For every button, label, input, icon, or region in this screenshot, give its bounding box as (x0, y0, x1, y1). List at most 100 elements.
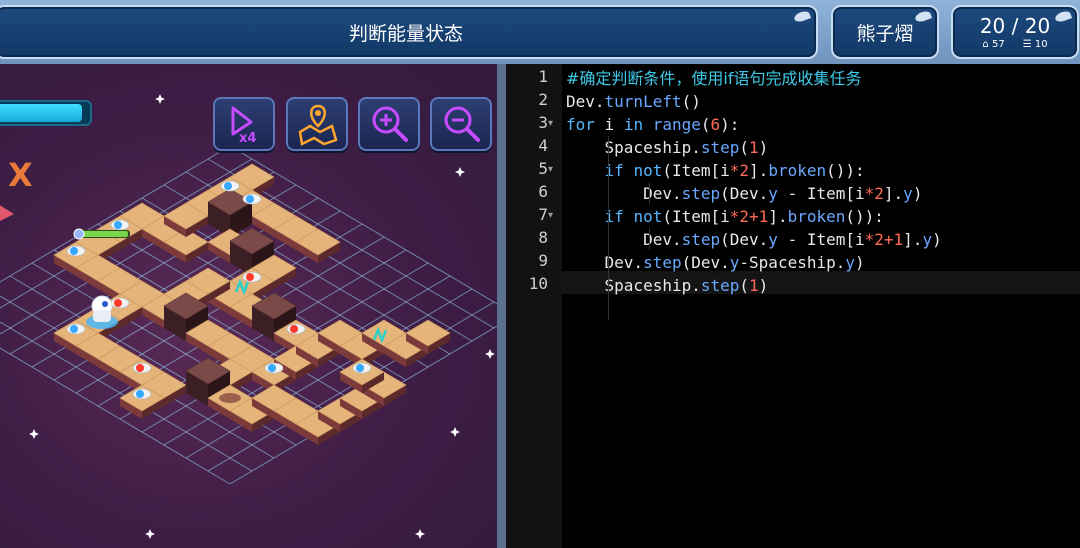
code-token: step (643, 253, 682, 272)
indent-guide (649, 182, 650, 204)
code-line[interactable]: Dev.step(Dev.y - Item[i*2+1].y) (566, 228, 942, 251)
line-number: 6 (538, 182, 548, 201)
code-line[interactable]: Spaceship.step(1) (566, 274, 769, 297)
stat-right: ☰ 10 (1023, 39, 1048, 50)
score-value: 20 / 20 (979, 13, 1051, 38)
code-token: *2 (729, 161, 750, 180)
code-line[interactable]: if not(Item[i*2+1].broken()): (566, 205, 884, 228)
star-icon (145, 529, 155, 539)
energy-capsule-icon (246, 195, 254, 203)
energy-bar (0, 100, 92, 126)
code-token: not (633, 161, 663, 180)
code-line[interactable]: if not(Item[i*2].broken()): (566, 159, 865, 182)
code-line[interactable]: Dev.step(Dev.y-Spaceship.y) (566, 251, 865, 274)
code-editor[interactable]: 1 2 3 ▾ 4 5 ▾ 6 7 ▾ 8 9 10 #确定判断条件，使用if语句完成收集任务 Dev.t… (506, 64, 1080, 548)
code-token: ( (700, 115, 711, 134)
code-token: 1 (749, 276, 759, 295)
code-token: for (566, 115, 595, 134)
speed-x4-icon: x4 (231, 106, 256, 146)
code-token: y (845, 253, 856, 272)
star-icon (155, 94, 165, 104)
code-token: y (768, 230, 778, 249)
code-token: y (903, 184, 913, 203)
star-icon (455, 167, 465, 177)
code-token: ) (758, 276, 769, 295)
code-token: (Dev. (681, 253, 730, 272)
game-scene[interactable]: X x4 (0, 64, 497, 548)
zoom-in-icon (372, 106, 408, 142)
code-token: ()): (826, 161, 865, 180)
energy-capsule-icon (356, 364, 364, 372)
code-token: Spaceship. (566, 276, 701, 295)
energy-capsule-icon (70, 325, 78, 333)
code-line[interactable]: Dev.turnLeft() (566, 90, 701, 113)
star-icon (485, 349, 495, 359)
stat-right-value: 10 (1034, 38, 1048, 50)
code-token: (Item[i (662, 161, 730, 180)
code-token: Dev. (566, 230, 682, 249)
zoom-out-icon (444, 106, 480, 142)
energy-capsule-icon (290, 325, 298, 333)
code-line[interactable]: Dev.step(Dev.y - Item[i*2].y) (566, 182, 922, 205)
code-token: ()): (845, 207, 884, 226)
energy-capsule-icon (246, 273, 254, 281)
code-token: - Item[i (777, 184, 865, 203)
fold-toggle-icon[interactable]: ▾ (548, 210, 553, 221)
code-token: step (700, 138, 740, 157)
code-token: (Dev. (720, 230, 769, 249)
code-token: Dev. (566, 184, 682, 203)
robot-level-icon (73, 228, 85, 240)
zoom-in-button[interactable] (358, 97, 420, 151)
code-token: not (633, 207, 663, 226)
energy-capsule-icon (136, 364, 144, 372)
level-title: 判断能量状态 (348, 22, 463, 45)
line-number: 5 (538, 159, 548, 178)
code-token: (Item[i (662, 207, 730, 226)
code-token: (Dev. (720, 184, 769, 203)
code-token: in (623, 115, 644, 134)
star-icon (450, 427, 460, 437)
line-number: 7 (538, 205, 548, 224)
robot-body (93, 310, 111, 322)
code-line[interactable]: for i in range(6): (566, 113, 739, 136)
star-icon (29, 429, 39, 439)
energy-capsule-icon (70, 247, 78, 255)
pane-divider[interactable] (497, 64, 506, 548)
code-token: y (922, 230, 933, 249)
star-icon (415, 529, 425, 539)
code-token: - Item[i (777, 230, 865, 249)
score-stats: ⌂ 57 ☰ 10 (982, 39, 1047, 50)
banner-shine (792, 9, 812, 24)
code-token: range (652, 115, 701, 134)
code-token: ]. (749, 161, 769, 180)
code-token: ) (758, 138, 769, 157)
code-token: i (594, 115, 624, 134)
code-token: step (681, 184, 721, 203)
code-token: Dev. (566, 253, 644, 272)
line-number: 3 (538, 113, 548, 132)
speed-x4-button[interactable]: x4 (213, 97, 275, 151)
code-token: () (681, 92, 701, 111)
code-token: *2+1 (864, 230, 904, 249)
code-line[interactable]: Spaceship.step(1) (566, 136, 769, 159)
code-token: -Spaceship. (739, 253, 846, 272)
map-route-icon (298, 104, 338, 146)
stat-left: ⌂ 57 (982, 39, 1004, 50)
code-token: broken (768, 161, 827, 180)
house-icon: ⌂ (982, 38, 989, 50)
zoom-out-button[interactable] (430, 97, 492, 151)
user-name-badge: 熊子熠 (831, 5, 939, 59)
code-token: ( (739, 276, 750, 295)
line-number: 8 (538, 228, 548, 247)
score-panel: 20 / 20 ⌂ 57 ☰ 10 (951, 5, 1079, 59)
fold-toggle-icon[interactable]: ▾ (548, 164, 553, 175)
code-line[interactable]: #确定判断条件，使用if语句完成收集任务 (566, 67, 862, 90)
map-route-button[interactable] (286, 97, 348, 151)
robot-eye (102, 301, 108, 307)
code-token: ) (932, 230, 942, 249)
fold-toggle-icon[interactable]: ▾ (548, 118, 553, 129)
